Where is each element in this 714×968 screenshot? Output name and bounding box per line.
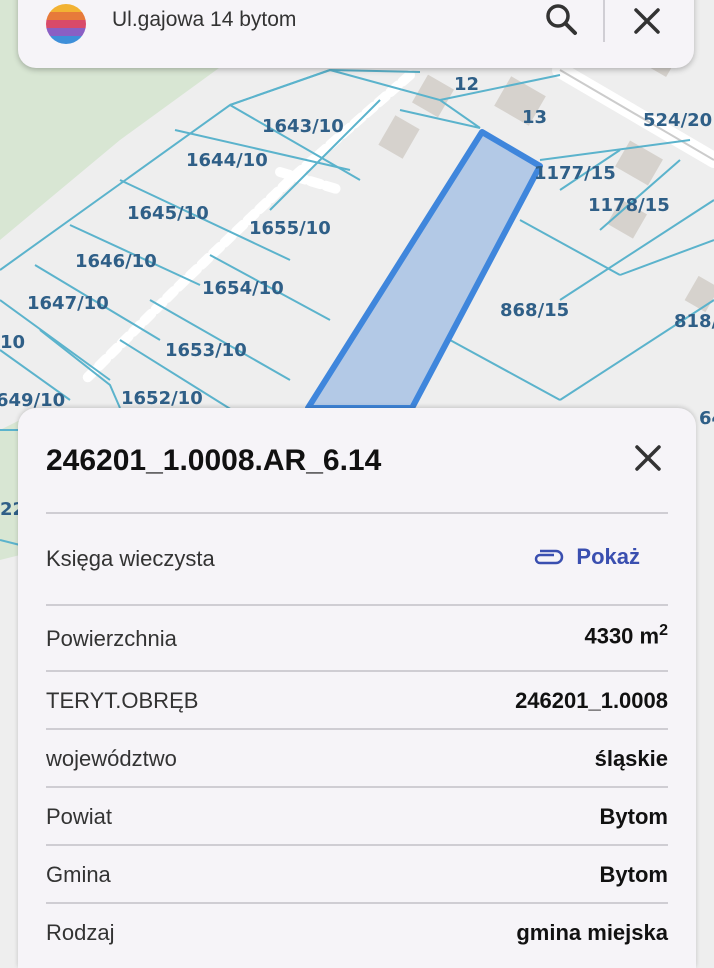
parcel-label: 524/20	[643, 110, 712, 131]
divider	[46, 728, 668, 730]
row-label: Rodzaj	[46, 920, 115, 945]
row-label: województwo	[46, 746, 177, 771]
row-value: 246201_1.0008	[515, 688, 668, 713]
row-value: Bytom	[599, 862, 668, 887]
parcel-title: 246201_1.0008.AR_6.14	[46, 444, 382, 477]
parcel-label: 1645/10	[127, 203, 209, 224]
parcel-label: 1644/10	[186, 150, 268, 171]
row-label: Powierzchnia	[46, 626, 177, 651]
search-query[interactable]: Ul.gajowa 14 bytom	[112, 8, 296, 32]
show-ksiega-label: Pokaż	[576, 544, 640, 569]
clear-search-icon[interactable]	[626, 0, 668, 42]
parcel-label: 13	[522, 107, 547, 128]
divider	[46, 670, 668, 672]
divider	[46, 512, 668, 514]
parcel-label: 1652/10	[121, 388, 203, 409]
row-label: TERYT.OBRĘB	[46, 688, 199, 713]
ksiega-label: Księga wieczysta	[46, 546, 215, 571]
parcel-label: 1646/10	[75, 251, 157, 272]
divider	[46, 902, 668, 904]
parcel-label: 10	[0, 332, 25, 353]
parcel-info-panel: 246201_1.0008.AR_6.14 Księga wieczysta P…	[18, 408, 696, 968]
parcel-label: 818/	[674, 311, 714, 332]
parcel-label: 1643/10	[262, 116, 344, 137]
parcel-label: 1178/15	[588, 195, 670, 216]
divider	[46, 844, 668, 846]
parcel-label: 1653/10	[165, 340, 247, 361]
row-label: Gmina	[46, 862, 111, 887]
parcel-label: 1177/15	[534, 163, 616, 184]
parcel-label: 1654/10	[202, 278, 284, 299]
show-ksiega-button[interactable]: Pokaż	[532, 544, 640, 570]
row-value: gmina miejska	[516, 920, 668, 945]
search-divider	[603, 0, 605, 42]
row-value: śląskie	[594, 746, 668, 771]
parcel-label: 868/15	[500, 300, 569, 321]
parcel-label: 12	[454, 74, 479, 95]
row-label: Powiat	[46, 804, 113, 829]
row-value: Bytom	[599, 804, 668, 829]
search-bar[interactable]: Ul.gajowa 14 bytom	[18, 0, 694, 68]
parcel-label: 64	[699, 408, 714, 429]
divider	[46, 786, 668, 788]
app-logo-icon	[46, 4, 86, 44]
parcel-label: 1655/10	[249, 218, 331, 239]
paperclip-icon	[535, 549, 564, 565]
parcel-label: 1647/10	[27, 293, 109, 314]
divider	[46, 604, 668, 606]
search-icon[interactable]	[542, 0, 582, 40]
row-value-area: 4330 m2	[584, 622, 668, 649]
close-panel-icon[interactable]	[626, 436, 670, 480]
